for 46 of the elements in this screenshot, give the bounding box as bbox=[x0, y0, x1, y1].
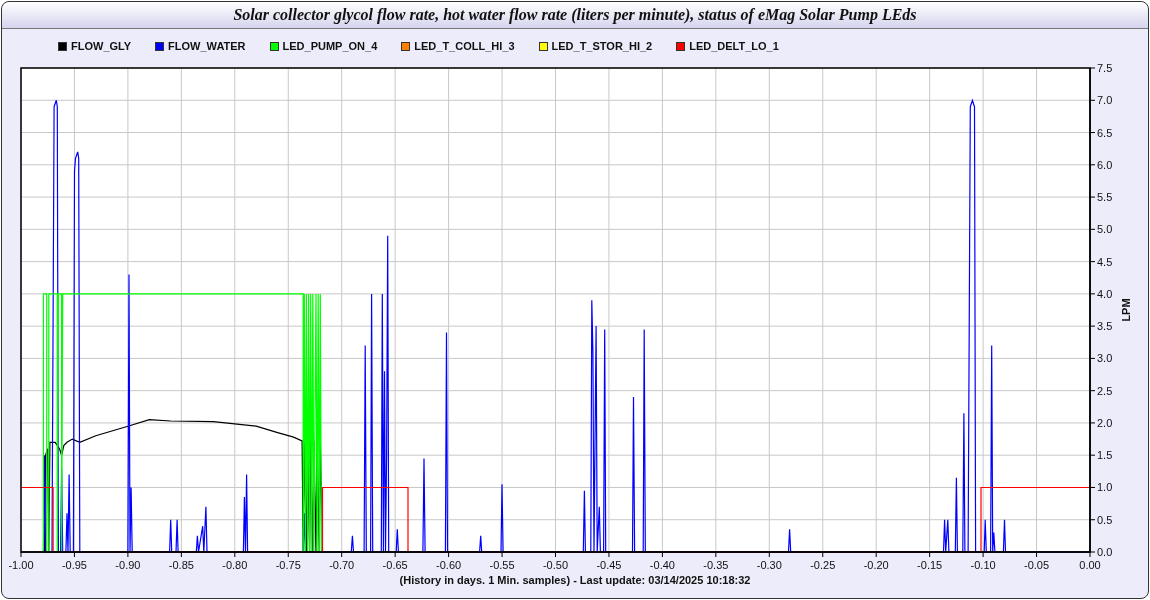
x-tick-label: -0.40 bbox=[649, 559, 675, 571]
y-tick-label: 6.0 bbox=[1097, 158, 1113, 171]
y-tick-label: 3.5 bbox=[1097, 320, 1113, 333]
y-tick-label: 6.5 bbox=[1097, 126, 1113, 139]
x-tick-label: -0.70 bbox=[329, 559, 355, 571]
x-tick-label: 0.00 bbox=[1079, 559, 1101, 571]
x-tick-label: -0.85 bbox=[168, 559, 194, 571]
x-tick-label: -0.45 bbox=[596, 559, 622, 571]
x-tick-label: -0.65 bbox=[382, 559, 408, 571]
legend-label: FLOW_GLY bbox=[71, 40, 132, 52]
x-tick-label: -0.60 bbox=[436, 559, 462, 571]
y-tick-label: 1.0 bbox=[1097, 481, 1113, 494]
x-tick-label: -0.75 bbox=[275, 559, 301, 571]
y-tick-label: 2.0 bbox=[1097, 416, 1113, 429]
legend-label: LED_PUMP_ON_4 bbox=[282, 40, 378, 52]
y-tick-label: 3.0 bbox=[1097, 352, 1113, 365]
legend-label: LED_DELT_LO_1 bbox=[689, 40, 779, 52]
y-tick-label: 7.0 bbox=[1097, 94, 1113, 107]
y-tick-label: 7.5 bbox=[1097, 62, 1113, 74]
y-axis-title: LPM bbox=[1120, 298, 1132, 322]
y-tick-label: 0.0 bbox=[1097, 546, 1113, 558]
y-tick-label: 2.5 bbox=[1097, 384, 1113, 397]
chart-title: Solar collector glycol flow rate, hot water flow rate (liters per minute), status of eMag Solar Pump LEds bbox=[2, 2, 1148, 29]
x-axis-title: (History in days. 1 Min. samples) - Last update: 03/14/2025 10:18:32 bbox=[398, 574, 752, 586]
x-tick-label: -0.20 bbox=[863, 559, 889, 571]
legend-label: LED_T_COLL_HI_3 bbox=[414, 40, 515, 52]
legend-label: LED_T_STOR_HI_2 bbox=[551, 40, 653, 52]
x-tick-label: -0.90 bbox=[115, 559, 141, 571]
legend-label: FLOW_WATER bbox=[168, 40, 246, 52]
x-tick-label: -0.50 bbox=[542, 559, 569, 571]
x-tick-label: -0.05 bbox=[1024, 559, 1050, 571]
y-tick-label: 4.5 bbox=[1097, 255, 1113, 268]
y-tick-label: 0.5 bbox=[1097, 513, 1113, 526]
x-tick-label: -0.80 bbox=[222, 559, 248, 571]
x-tick-label: -0.55 bbox=[489, 559, 515, 571]
x-tick-label: -0.15 bbox=[917, 559, 943, 571]
x-tick-label: -0.10 bbox=[970, 559, 996, 571]
x-tick-label: -0.35 bbox=[703, 559, 729, 571]
y-tick-label: 1.5 bbox=[1097, 449, 1113, 462]
y-tick-label: 4.0 bbox=[1097, 287, 1113, 300]
x-tick-label: -0.95 bbox=[61, 559, 87, 571]
x-tick-label: -0.30 bbox=[756, 559, 782, 571]
y-tick-label: 5.5 bbox=[1097, 191, 1113, 204]
y-tick-label: 5.0 bbox=[1097, 223, 1113, 236]
x-tick-label: -0.25 bbox=[810, 559, 836, 571]
x-tick-label: -1.00 bbox=[8, 559, 34, 571]
